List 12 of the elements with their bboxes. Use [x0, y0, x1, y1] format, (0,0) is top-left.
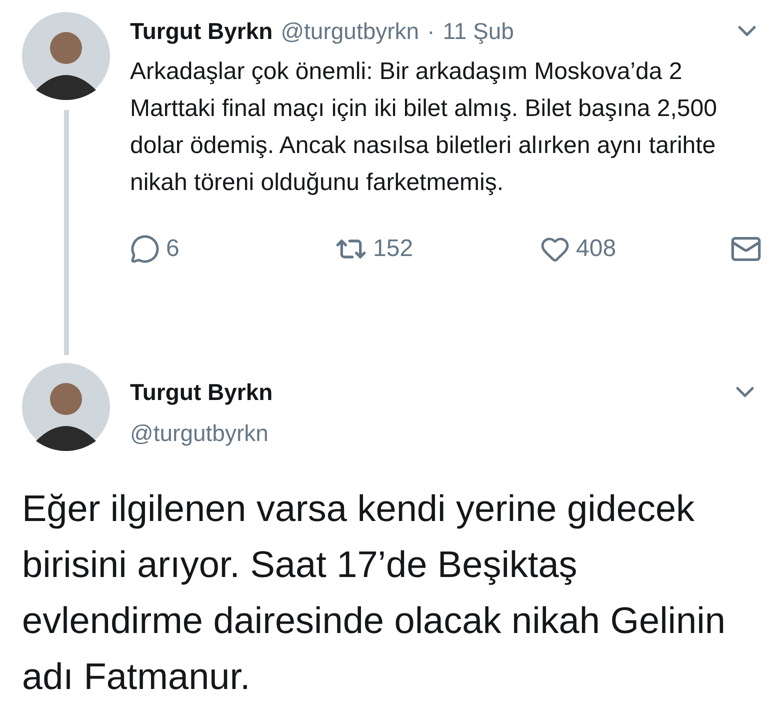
speech-bubble-icon — [130, 234, 160, 264]
reply-button[interactable]: 6 — [130, 230, 335, 266]
tweet-text: Arkadaşlar çok önemli: Bir arkadaşım Moskova’da 2 Marttaki final maçı için iki bilet almış. Bilet başına 2,500 dolar ödemiş. Ancak nasılsa biletleri alırken aynı tarihte nikah töreni olduğunu farketmemiş. — [130, 56, 718, 198]
tweet-text: Eğer ilgilenen varsa kendi yerine gidecek birisini arıyor. Saat 17’de Beşiktaş evlendirme dairesinde olacak nikah Gelinin adı Fatmanur. — [21, 487, 726, 699]
author-handle: @turgutbyrkn — [280, 17, 420, 46]
tweet-date: 11 Şub — [442, 17, 514, 46]
like-button[interactable]: 408 — [540, 230, 730, 266]
separator: · — [427, 17, 435, 46]
author-name: Turgut Byrkn — [130, 17, 273, 46]
retweet-button[interactable]: 152 — [335, 230, 540, 266]
author-name: Turgut Byrkn — [130, 378, 273, 407]
author-handle: @turgutbyrkn — [130, 418, 270, 448]
